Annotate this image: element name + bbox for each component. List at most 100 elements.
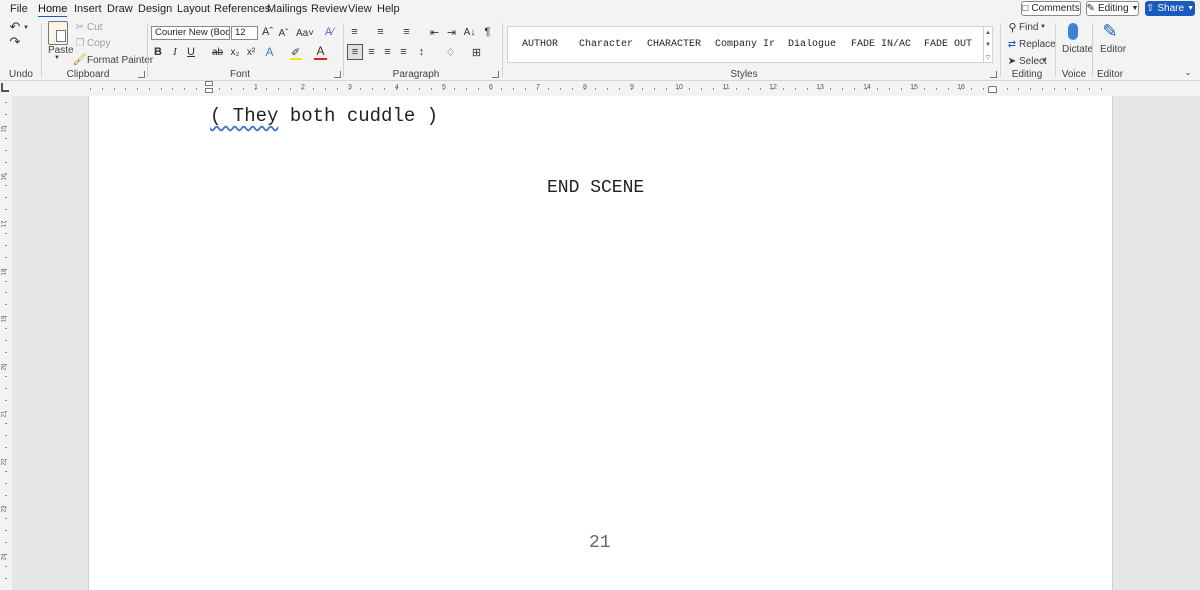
clipboard-launcher-icon[interactable] <box>138 71 145 78</box>
strikethrough-icon[interactable]: ab <box>211 45 224 59</box>
paragraph-launcher-icon[interactable] <box>492 71 499 78</box>
style-dialogue[interactable]: Dialogue <box>788 39 843 50</box>
action-line-misspelled[interactable]: ( They <box>210 105 278 127</box>
find-button[interactable]: Find <box>1019 22 1038 33</box>
share-button[interactable]: ⇧ Share ▼ <box>1145 1 1195 16</box>
italic-icon[interactable]: I <box>170 45 180 59</box>
text-effects-icon[interactable]: A <box>263 45 276 59</box>
action-line[interactable]: ( They both cuddle ) <box>210 105 438 127</box>
divider <box>1000 23 1001 77</box>
tab-mailings[interactable]: Mailings <box>267 3 307 15</box>
scissors-icon: ✂ <box>75 21 85 33</box>
decrease-indent-icon[interactable]: ⇤ <box>428 25 441 39</box>
font-color-icon[interactable]: A <box>314 44 327 58</box>
editing-mode-button[interactable]: ✎ Editing ▼ <box>1086 1 1139 16</box>
comments-button[interactable]: □ Comments <box>1021 1 1081 16</box>
change-case-icon[interactable]: Aa˅ <box>295 26 315 40</box>
gallery-scroll-up-icon[interactable]: ▲ <box>983 27 992 39</box>
styles-launcher-icon[interactable] <box>990 71 997 78</box>
style-company[interactable]: Company Ir <box>715 39 776 50</box>
horizontal-ruler[interactable]: 1 2 3 4 5 6 7 8 9 10 11 12 13 14 15 16 <box>0 81 1200 96</box>
ruler-tick <box>595 88 596 90</box>
editing-group-label: Editing <box>1011 69 1043 80</box>
indent-marker-icon[interactable] <box>205 81 213 95</box>
font-name-select[interactable]: Courier New (Body) <box>151 26 230 40</box>
ruler-tick <box>5 352 7 353</box>
editor-button[interactable]: Editor <box>1100 44 1126 55</box>
ruler-tick <box>419 88 420 90</box>
cut-button[interactable]: Cut <box>87 22 103 33</box>
ruler-tick <box>5 185 7 186</box>
bold-icon[interactable]: B <box>153 45 163 59</box>
style-fade-in[interactable]: FADE IN/AC <box>851 39 912 50</box>
style-character-caps[interactable]: CHARACTER <box>647 39 707 50</box>
numbering-icon[interactable]: ≡ <box>374 25 387 39</box>
font-size-select[interactable]: 12 <box>231 26 258 40</box>
right-indent-marker-icon[interactable] <box>988 86 997 93</box>
tab-selector-icon[interactable] <box>1 83 9 92</box>
tab-design[interactable]: Design <box>138 3 172 15</box>
microphone-icon[interactable] <box>1066 20 1080 42</box>
multilevel-list-icon[interactable]: ≡ <box>400 25 413 39</box>
dictate-button[interactable]: Dictate <box>1062 44 1093 55</box>
paste-button[interactable]: Paste <box>48 45 74 56</box>
tab-help[interactable]: Help <box>377 3 400 15</box>
font-launcher-icon[interactable] <box>334 71 341 78</box>
tab-insert[interactable]: Insert <box>74 3 102 15</box>
ruler-tick <box>5 328 7 329</box>
increase-indent-icon[interactable]: ⇥ <box>445 25 458 39</box>
undo-icon[interactable]: ↶ <box>8 19 22 34</box>
chevron-down-icon[interactable]: ▼ <box>23 24 29 32</box>
copy-button[interactable]: Copy <box>87 38 110 49</box>
justify-icon[interactable]: ≡ <box>397 45 410 59</box>
document-page[interactable]: ( They both cuddle ) END SCENE 21 <box>88 96 1113 590</box>
ruler-tick <box>5 542 7 543</box>
ruler-tick <box>913 88 914 90</box>
sort-icon[interactable]: A↓ <box>463 25 476 39</box>
align-left-icon[interactable]: ≡ <box>347 44 363 60</box>
show-formatting-icon[interactable]: ¶ <box>481 25 494 39</box>
borders-icon[interactable]: ⊞ <box>470 45 483 59</box>
style-fade-out[interactable]: FADE OUT <box>924 39 978 50</box>
clear-formatting-icon[interactable]: A∕ <box>323 25 336 39</box>
tab-view[interactable]: View <box>348 3 372 15</box>
ruler-tick <box>5 245 7 246</box>
menu-bar: File Home Insert Draw Design Layout Refe… <box>0 0 1200 18</box>
tab-home[interactable]: Home <box>38 3 68 18</box>
chevron-down-icon[interactable]: ▼ <box>1040 24 1046 30</box>
ruler-tick <box>819 88 820 90</box>
ruler-tick <box>5 376 7 377</box>
line-spacing-icon[interactable]: ↕ <box>415 45 428 59</box>
highlight-icon[interactable]: ✐ <box>289 45 302 59</box>
tab-review[interactable]: Review <box>311 3 347 15</box>
ruler-tick <box>396 88 397 90</box>
shading-icon[interactable]: ♢ <box>444 45 457 59</box>
gallery-expand-icon[interactable]: ▽ <box>983 51 992 63</box>
collapse-ribbon-icon[interactable]: ⌄ <box>1183 67 1193 77</box>
redo-icon[interactable]: ↷ <box>8 34 22 49</box>
superscript-icon[interactable]: x² <box>245 45 257 59</box>
replace-button[interactable]: Replace <box>1019 39 1056 50</box>
grow-font-icon[interactable]: Aˆ <box>262 25 273 39</box>
align-right-icon[interactable]: ≡ <box>381 45 394 59</box>
tab-draw[interactable]: Draw <box>107 3 133 15</box>
paste-icon[interactable] <box>48 21 68 45</box>
chevron-down-icon[interactable]: ▼ <box>1041 58 1047 64</box>
tab-file[interactable]: File <box>10 3 28 15</box>
shrink-font-icon[interactable]: Aˇ <box>278 26 289 40</box>
ruler-tick <box>407 88 408 90</box>
subscript-icon[interactable]: x₂ <box>229 45 241 59</box>
tab-layout[interactable]: Layout <box>177 3 210 15</box>
editor-pen-icon[interactable]: ✎ <box>1100 20 1120 42</box>
format-painter-button[interactable]: Format Painter <box>87 55 153 66</box>
gallery-scroll-down-icon[interactable]: ▼ <box>983 39 992 51</box>
style-author[interactable]: AUTHOR <box>522 39 572 50</box>
tab-references[interactable]: References <box>214 3 270 15</box>
end-scene-text[interactable]: END SCENE <box>547 178 644 198</box>
ruler-tick <box>1054 88 1055 90</box>
underline-icon[interactable]: U <box>186 45 196 59</box>
align-center-icon[interactable]: ≡ <box>365 45 378 59</box>
bullets-icon[interactable]: ≡ <box>348 25 361 39</box>
chevron-down-icon[interactable]: ▼ <box>54 55 60 61</box>
style-character[interactable]: Character <box>579 39 639 50</box>
